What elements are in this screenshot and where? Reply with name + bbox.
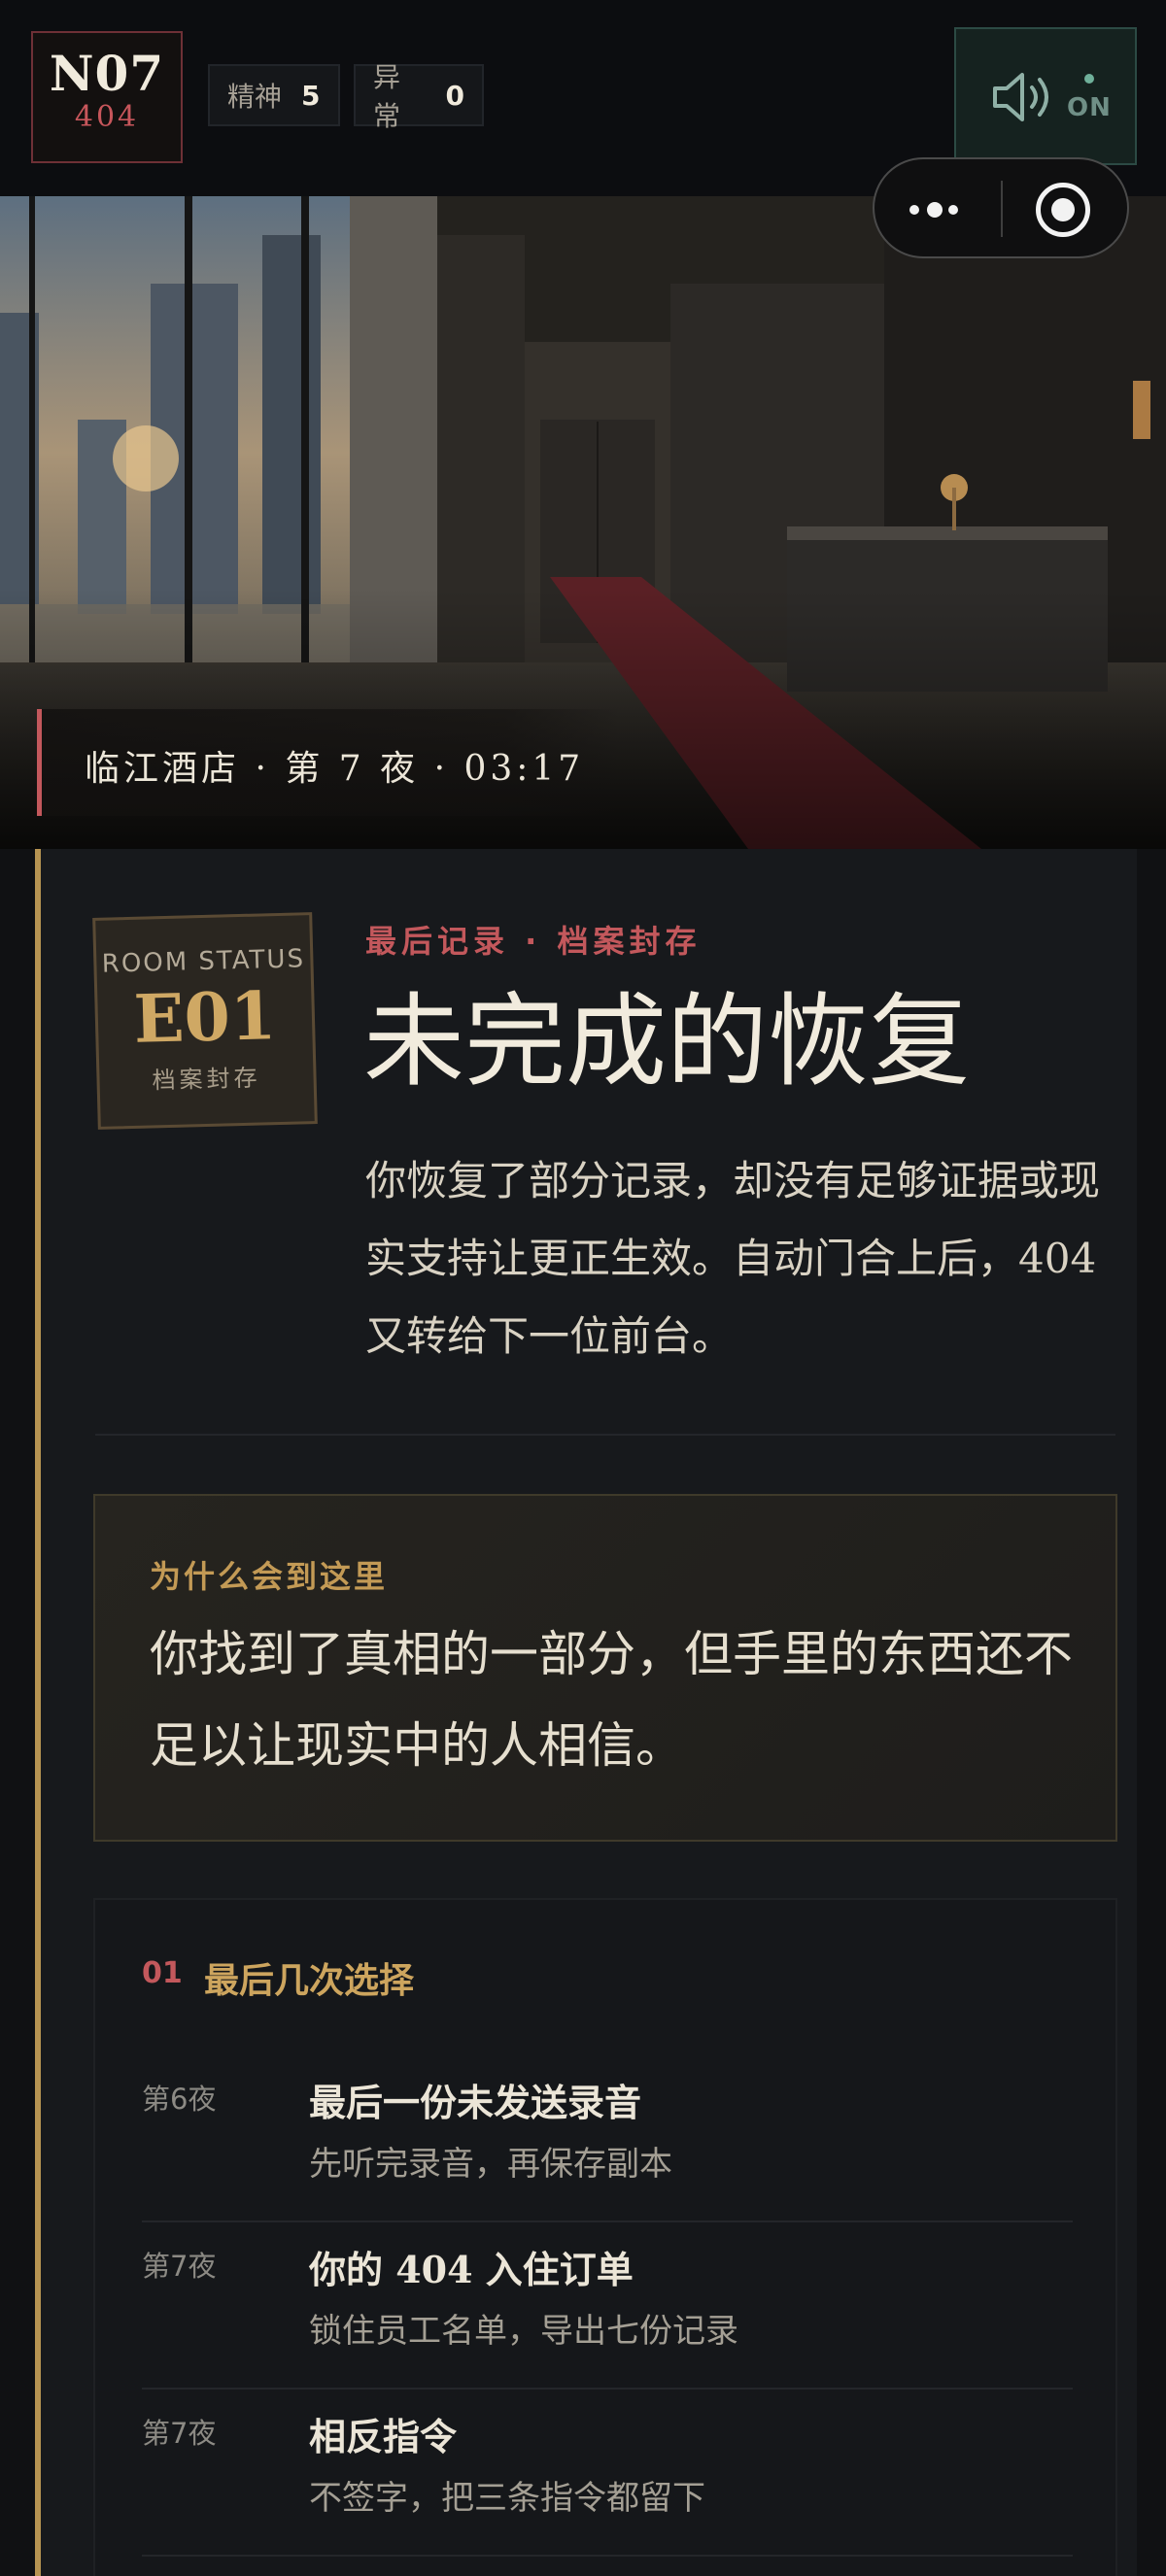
sound-state-label: ON [1067, 93, 1112, 122]
ending-card: ROOM STATUS E01 档案封存 最后记录 · 档案封存 未完成的恢复 … [35, 849, 1137, 2576]
ending-title: 未完成的恢复 [363, 982, 971, 1101]
room-status-stamp: ROOM STATUS E01 档案封存 [92, 912, 318, 1130]
choice-detail: 不签字，把三条指令都留下 [309, 2479, 705, 2518]
choice-title: 相反指令 [309, 2415, 458, 2458]
archive-status: 档案封存 [152, 1064, 261, 1095]
choice-night: 第7夜 [142, 2250, 217, 2283]
speaker-icon [993, 73, 1048, 121]
choice-title: 最后一份未发送录音 [309, 2081, 642, 2124]
anomaly-value: 0 [445, 79, 464, 112]
reason-label: 为什么会到这里 [150, 1558, 389, 1595]
choice-detail: 锁住员工名单，导出七份记录 [309, 2312, 738, 2351]
choice-night: 第6夜 [142, 2083, 217, 2116]
anomaly-stat: 异常 0 [354, 61, 484, 132]
section-index: 01 [142, 1956, 183, 1990]
spirit-label: 精神 [227, 81, 283, 113]
hotel-lobby-scene: 临江酒店 · 第 7 夜 · 03:17 [0, 196, 1166, 849]
choice-item: 第7夜 你的 404 入住订单 锁住员工名单，导出七份记录 [142, 2222, 1073, 2390]
sound-on-indicator-dot [1084, 74, 1094, 84]
room-status-label: ROOM STATUS [101, 944, 306, 979]
location-bar: 临江酒店 · 第 7 夜 · 03:17 [37, 709, 620, 816]
location-time-label: 临江酒店 · 第 7 夜 · 03:17 [85, 749, 585, 789]
choice-detail: 先听完录音，再保存副本 [309, 2145, 672, 2184]
mini-program-capsule [873, 157, 1129, 258]
reason-text: 你找到了真相的一部分，但手里的东西还不足以让现实中的人相信。 [150, 1626, 1073, 1774]
capsule-divider [1001, 181, 1003, 237]
divider [95, 1434, 1115, 1436]
choice-item: 第6夜 最后一份未发送录音 先听完录音，再保存副本 [142, 2055, 1073, 2222]
choices-panel: 01 最后几次选择 第6夜 最后一份未发送录音 先听完录音，再保存副本 第7夜 … [93, 1898, 1117, 2576]
spirit-value: 5 [301, 79, 321, 112]
choice-item: 第7夜 相反指令 不签字，把三条指令都留下 [142, 2390, 1073, 2557]
ending-kicker: 最后记录 · 档案封存 [365, 923, 702, 960]
reason-panel: 为什么会到这里 你找到了真相的一部分，但手里的东西还不足以让现实中的人相信。 [93, 1494, 1117, 1842]
target-close-icon[interactable] [1036, 183, 1090, 237]
choice-night: 第7夜 [142, 2417, 217, 2450]
more-dots-icon[interactable] [909, 200, 968, 220]
ending-code: E01 [132, 977, 278, 1059]
section-title: 最后几次选择 [204, 1960, 415, 2001]
anomaly-label: 异常 [373, 61, 401, 132]
choice-title: 你的 404 入住订单 [309, 2248, 634, 2291]
ending-description: 你恢复了部分记录，却没有足够证据或现实支持让更正生效。自动门合上后，404 又转… [365, 1157, 1101, 1360]
spirit-stat: 精神 5 [208, 64, 340, 126]
room-number: 404 [74, 100, 140, 134]
night-room-indicator: N07 404 [31, 31, 183, 163]
night-number: N07 [49, 45, 165, 102]
